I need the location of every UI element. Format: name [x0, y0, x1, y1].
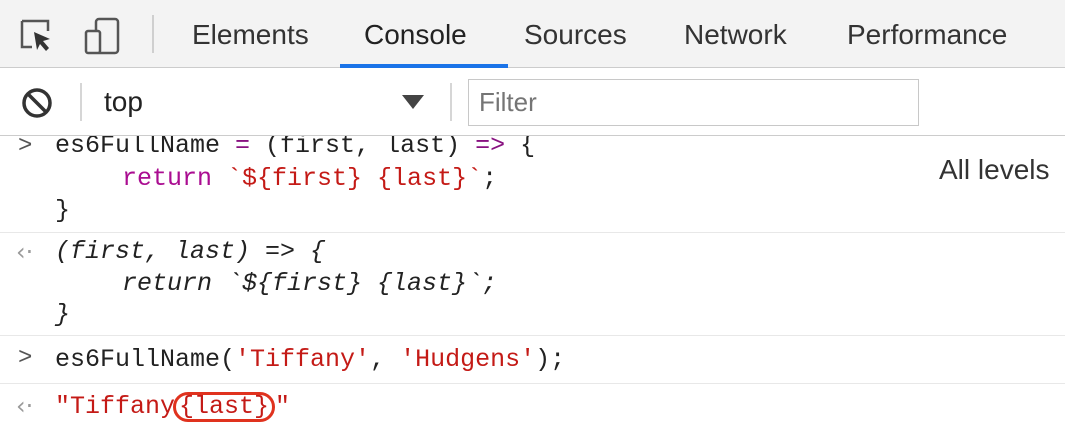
input-prompt-icon: > [18, 345, 33, 372]
result-arrow-icon: ‹· [16, 238, 34, 266]
tab-sources[interactable]: Sources [524, 0, 627, 68]
tab-network[interactable]: Network [684, 0, 787, 68]
code-line: } [55, 300, 71, 329]
console-result-entry: ‹· "Tiffany {last} " [0, 384, 1065, 430]
result-arrow-icon: ‹· [16, 392, 34, 420]
dropdown-arrow-icon [402, 95, 424, 109]
filter-input[interactable] [468, 79, 919, 126]
console-input-entry: > es6FullName = (first, last) => { retur… [0, 136, 1065, 232]
toolbar-divider [450, 83, 452, 121]
console-output: > es6FullName = (first, last) => { retur… [0, 136, 1065, 430]
devtools-tab-bar: Elements Console Sources Network Perform… [0, 0, 1065, 68]
tab-bar-divider [152, 15, 154, 53]
code-line: es6FullName('Tiffany', 'Hudgens'); [55, 345, 566, 374]
code-line: return `${first} {last}`; [122, 269, 498, 298]
code-line: } [55, 196, 71, 225]
toolbar-divider [80, 83, 82, 121]
inspect-element-icon[interactable] [18, 17, 56, 55]
clear-console-icon[interactable] [20, 86, 54, 120]
code-line: es6FullName = (first, last) => { [55, 136, 536, 160]
code-line: return `${first} {last}`; [122, 164, 498, 193]
code-line: "Tiffany {last} " [55, 392, 291, 422]
context-selector[interactable]: top [90, 78, 440, 126]
tab-console[interactable]: Console [364, 0, 467, 68]
tab-elements[interactable]: Elements [192, 0, 309, 68]
console-result-entry: ‹· (first, last) => { return `${first} {… [0, 233, 1065, 333]
tab-performance[interactable]: Performance [847, 0, 1007, 68]
context-value: top [104, 86, 143, 117]
code-line: (first, last) => { [55, 237, 326, 266]
highlight-annotation: {last} [173, 392, 276, 422]
input-prompt-icon: > [18, 136, 33, 160]
device-toolbar-icon[interactable] [84, 17, 122, 55]
console-input-entry: > es6FullName('Tiffany', 'Hudgens'); [0, 336, 1065, 382]
